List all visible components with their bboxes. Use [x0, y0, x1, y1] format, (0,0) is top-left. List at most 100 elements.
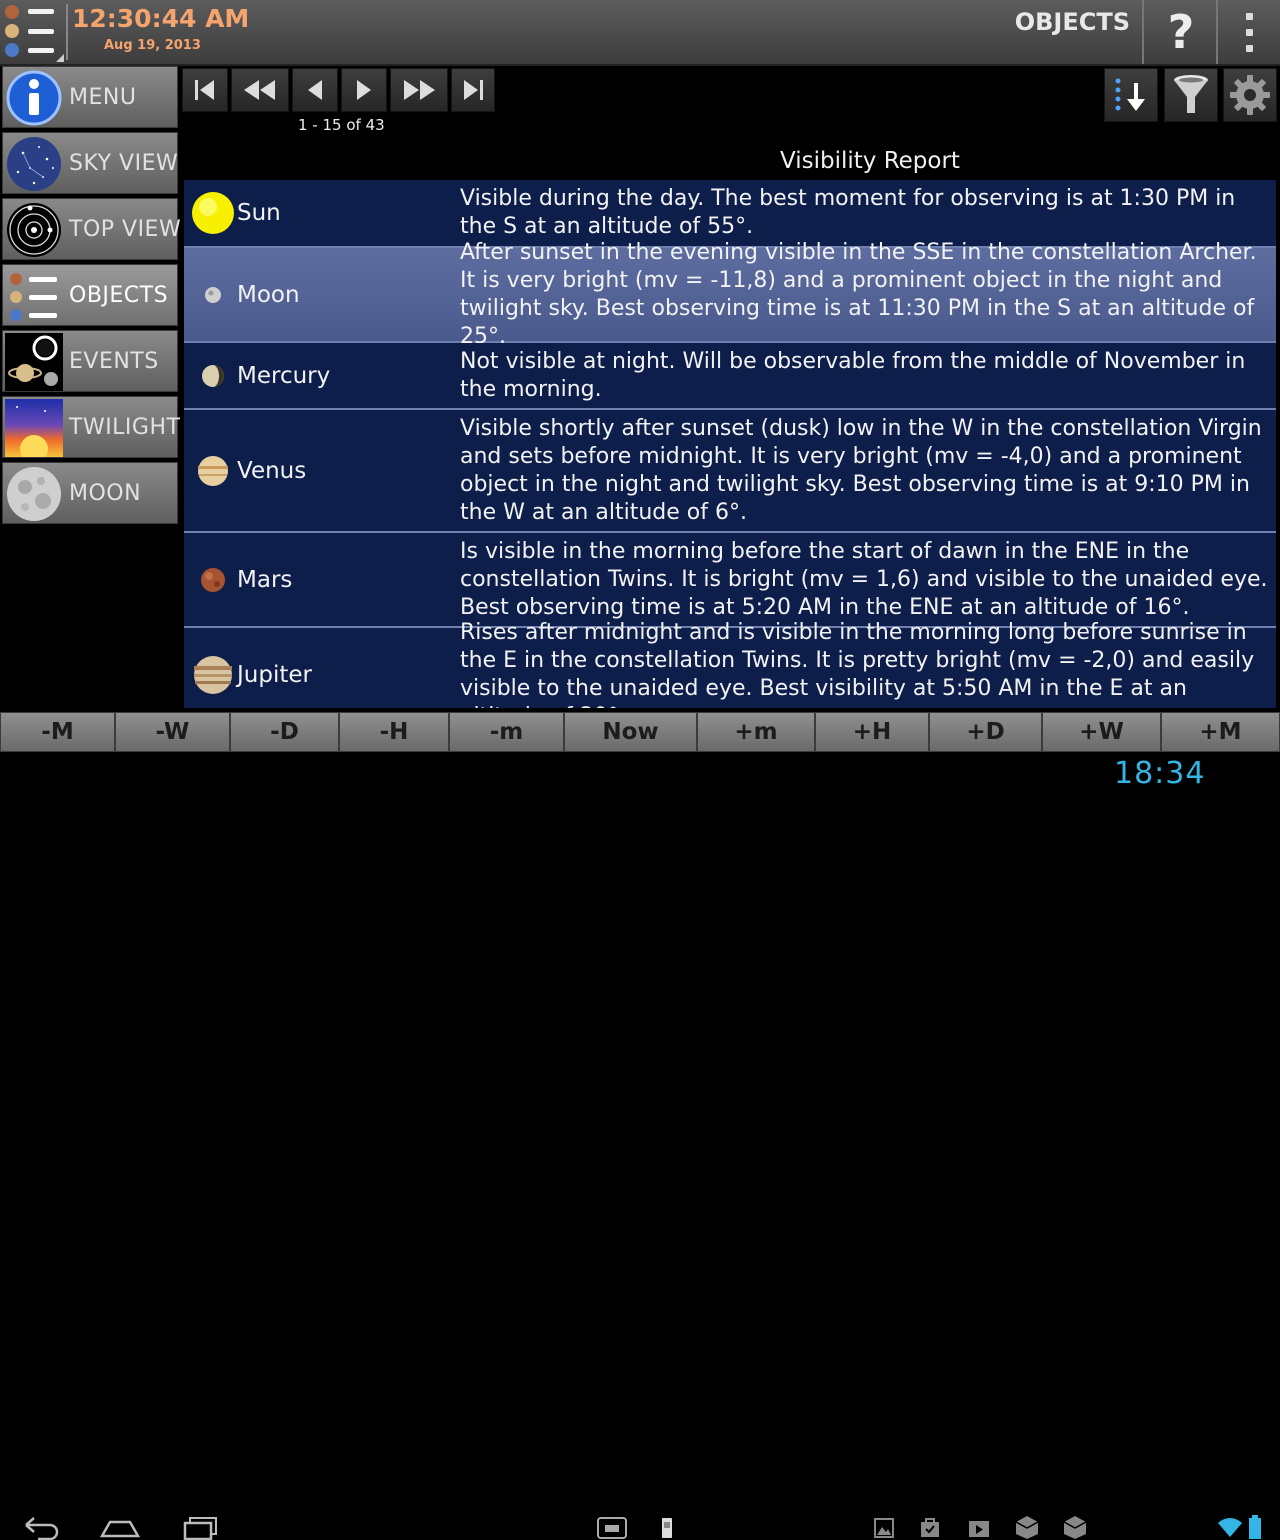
rewind-icon: [244, 80, 275, 100]
object-name: Mercury: [237, 362, 331, 389]
list-item[interactable]: Moon After sunset in the evening visible…: [184, 240, 1276, 349]
skip-first-icon: [195, 80, 214, 100]
shopping-bag-icon: [921, 1518, 939, 1537]
previous-icon: [308, 80, 322, 100]
clock-divider: [66, 4, 68, 60]
fast-back-button[interactable]: [231, 68, 289, 112]
overflow-dot-icon: [1246, 13, 1253, 20]
previous-button[interactable]: [292, 68, 338, 112]
clock-date[interactable]: Aug 19, 2013: [104, 38, 201, 53]
list-item[interactable]: Jupiter Rises after midnight and is visi…: [184, 620, 1276, 708]
report-title: Visibility Report: [780, 148, 960, 174]
funnel-icon: [1174, 75, 1208, 113]
mars-icon: [188, 555, 238, 605]
list-item[interactable]: Venus Visible shortly after sunset (dusk…: [184, 410, 1276, 533]
nav-item-top-view[interactable]: TOP VIEW: [2, 198, 182, 260]
first-page-button[interactable]: [182, 68, 228, 112]
package-icon: [1015, 1516, 1039, 1539]
object-description: Not visible at night. Will be observable…: [460, 348, 1246, 402]
jupiter-icon: [188, 650, 238, 700]
wifi-icon: [1218, 1518, 1242, 1537]
page-info: 1 - 15 of 43: [298, 116, 385, 134]
back-icon[interactable]: [22, 1516, 60, 1540]
nav-label: SKY VIEW: [69, 151, 179, 176]
moon-icon: [5, 465, 63, 523]
nav-item-menu[interactable]: MENU: [2, 66, 178, 128]
nav-item-objects[interactable]: OBJECTS: [2, 264, 178, 326]
minus-hour-button[interactable]: -H: [339, 712, 449, 752]
next-icon: [357, 80, 371, 100]
overflow-dot-icon: [1246, 29, 1253, 36]
object-name: Sun: [237, 200, 281, 226]
minus-minute-button[interactable]: -m: [449, 712, 564, 752]
plus-week-button[interactable]: +W: [1042, 712, 1161, 752]
top-bar: 12:30:44 AM Aug 19, 2013 OBJECTS ?: [0, 0, 1280, 66]
object-description: Rises after midnight and is visible in t…: [460, 620, 1255, 708]
settings-button[interactable]: [1223, 68, 1277, 122]
now-button[interactable]: Now: [564, 712, 697, 752]
object-name: Mars: [237, 566, 293, 593]
nav-item-events[interactable]: EVENTS: [2, 330, 178, 392]
sort-down-icon: [1115, 78, 1145, 111]
time-step-bar: -M -W -D -H -m Now +m +H +D +W +M: [0, 712, 1280, 752]
system-clock: 18:34: [1114, 756, 1206, 791]
plus-hour-button[interactable]: +H: [815, 712, 929, 752]
sort-button[interactable]: [1104, 68, 1158, 122]
eclipse-saturn-icon: [5, 333, 63, 391]
nav-label: OBJECTS: [69, 283, 169, 308]
venus-icon: [188, 446, 238, 496]
sun-icon: [188, 188, 238, 238]
moon-object-icon: [188, 270, 238, 320]
skip-last-icon: [464, 80, 483, 100]
clock-time[interactable]: 12:30:44 AM: [72, 4, 249, 33]
nav-item-moon[interactable]: MOON: [2, 462, 178, 524]
objects-app-icon[interactable]: [0, 0, 66, 64]
filter-button[interactable]: [1164, 68, 1218, 122]
title-divider: [1142, 0, 1144, 64]
screen-title: OBJECTS: [1014, 8, 1130, 36]
nav-label: TOP VIEW: [69, 217, 182, 242]
gear-icon: [1230, 75, 1270, 115]
minus-day-button[interactable]: -D: [230, 712, 339, 752]
star-chart-icon: [5, 135, 63, 193]
battery-icon: [1249, 1515, 1261, 1539]
screenshot-icon[interactable]: [596, 1516, 628, 1540]
planet-list-icon: [5, 267, 63, 325]
nav-label: MENU: [69, 85, 137, 110]
nav-item-sky-view[interactable]: SKY VIEW: [2, 132, 178, 194]
info-icon: [5, 69, 63, 127]
package-update-icon: [1063, 1516, 1087, 1539]
object-name: Moon: [237, 281, 300, 308]
object-description: After sunset in the evening visible in t…: [460, 239, 1257, 349]
object-description: Visible shortly after sunset (dusk) low …: [460, 415, 1262, 525]
next-button[interactable]: [341, 68, 387, 112]
recent-apps-icon[interactable]: [182, 1516, 220, 1540]
media-play-icon: [969, 1521, 989, 1537]
sim-card-icon: [662, 1518, 672, 1538]
nav-label: MOON: [69, 481, 142, 506]
list-item[interactable]: Mercury Not visible at night. Will be ob…: [184, 343, 1276, 410]
last-page-button[interactable]: [451, 68, 495, 112]
mercury-icon: [188, 351, 238, 401]
sunset-icon: [5, 399, 63, 463]
orbit-icon: [5, 201, 63, 259]
minus-month-button[interactable]: -M: [0, 712, 115, 752]
object-name: Jupiter: [237, 662, 312, 688]
plus-month-button[interactable]: +M: [1161, 712, 1280, 752]
system-nav-bar: [0, 752, 1280, 1540]
plus-minute-button[interactable]: +m: [697, 712, 815, 752]
nav-label: EVENTS: [69, 349, 159, 374]
object-name: Venus: [237, 457, 307, 484]
fast-forward-button[interactable]: [390, 68, 448, 112]
overflow-menu-button[interactable]: [1218, 0, 1280, 64]
gallery-notification-icon: [874, 1518, 894, 1538]
nav-item-twilight[interactable]: TWILIGHT: [2, 396, 181, 463]
help-button[interactable]: ?: [1146, 0, 1216, 64]
visibility-report-list[interactable]: Sun Visible during the day. The best mom…: [184, 180, 1276, 708]
fast-forward-icon: [404, 80, 435, 100]
overflow-dot-icon: [1246, 45, 1253, 52]
minus-week-button[interactable]: -W: [115, 712, 230, 752]
nav-label: TWILIGHT: [69, 415, 181, 440]
plus-day-button[interactable]: +D: [929, 712, 1042, 752]
home-icon[interactable]: [100, 1516, 140, 1540]
